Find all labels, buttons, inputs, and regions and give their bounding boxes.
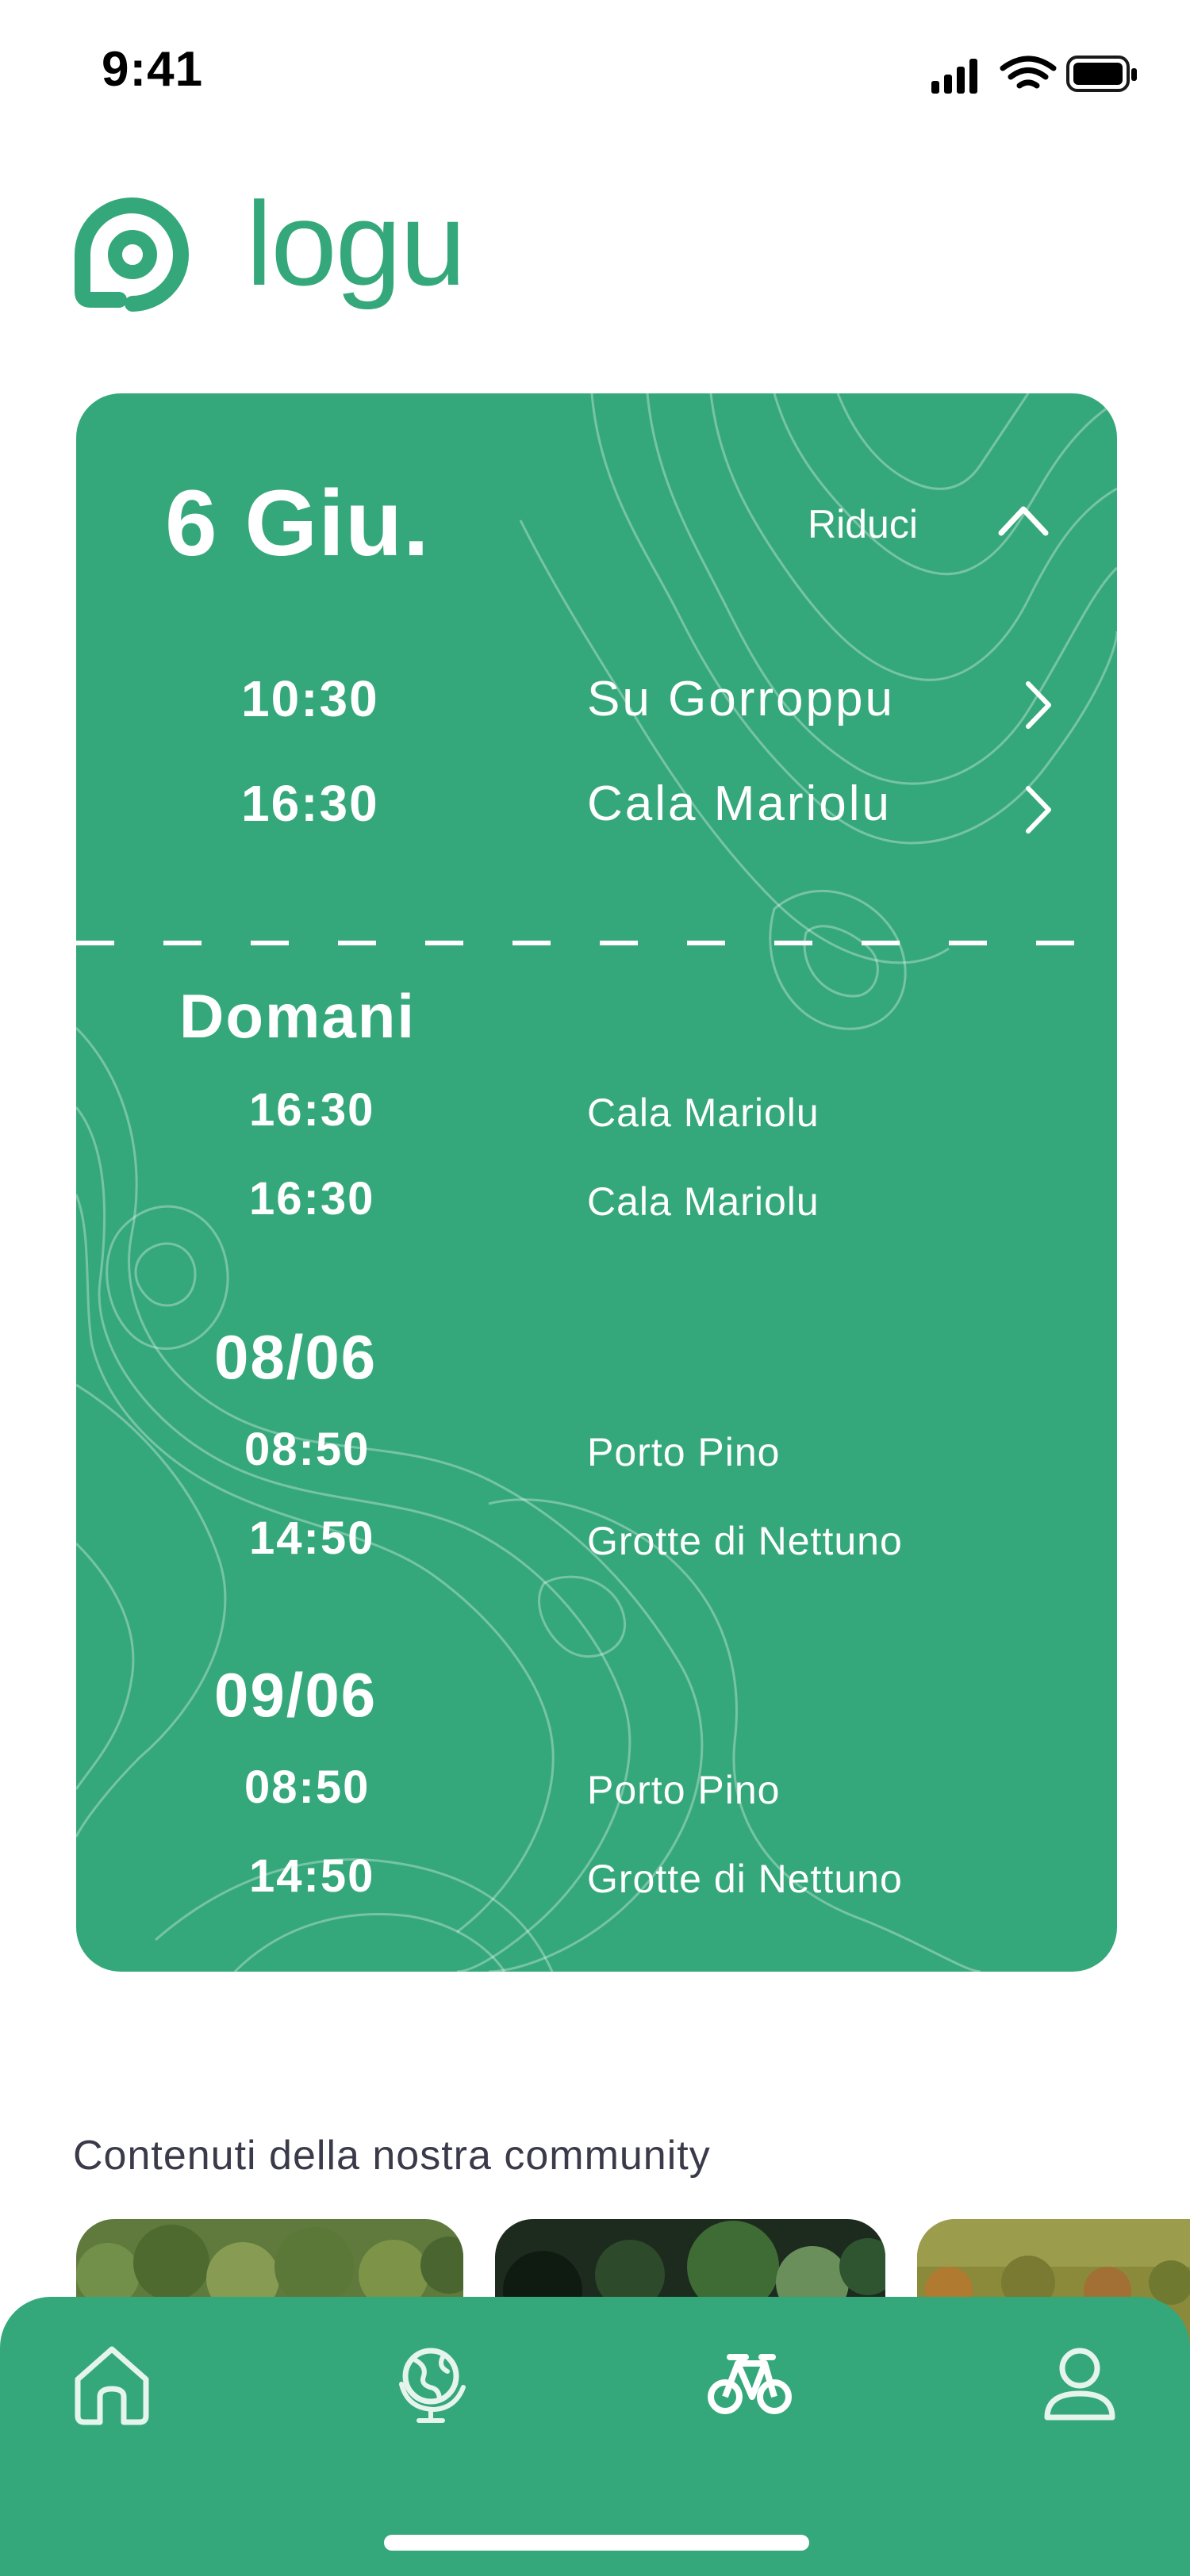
chevron-right-icon[interactable] [1020,677,1055,733]
status-time: 9:41 [102,42,204,97]
upcoming-item-place[interactable]: Cala Mariolu [587,1090,820,1136]
today-item-place[interactable]: Su Gorroppu [587,671,895,727]
upcoming-item-time: 08:50 [244,1424,370,1475]
community-section-title: Contenuti della nostra community [73,2133,711,2179]
tab-bar [0,2297,1190,2576]
upcoming-item-place[interactable]: Cala Mariolu [587,1179,820,1225]
upcoming-day-label: 08/06 [214,1322,378,1392]
schedule-card: 6 Giu. Riduci 10:30 Su Gorroppu 16:30 Ca… [76,393,1117,1972]
today-date: 6 Giu. [165,471,430,576]
upcoming-item-time: 08:50 [244,1761,370,1813]
today-item-place[interactable]: Cala Mariolu [587,776,892,832]
status-icons [931,56,1137,94]
upcoming-day-label: Domani [179,981,416,1051]
battery-icon [1066,56,1137,92]
upcoming-item-time: 16:30 [249,1173,375,1225]
upcoming-item-place[interactable]: Porto Pino [587,1767,780,1813]
upcoming-day-label: 09/06 [214,1660,378,1730]
divider [76,941,1117,945]
logo-icon [75,197,189,312]
wifi-icon [1000,56,1057,89]
upcoming-item-place[interactable]: Grotte di Nettuno [587,1518,903,1564]
bike-icon[interactable] [706,2340,793,2427]
upcoming-item-time: 14:50 [249,1512,375,1564]
chevron-up-icon[interactable] [995,500,1052,539]
chevron-right-icon[interactable] [1020,782,1055,838]
logo-wordmark: logu [246,177,466,310]
home-icon[interactable] [68,2340,155,2427]
today-item-time: 16:30 [241,775,379,832]
upcoming-item-time: 14:50 [249,1850,375,1902]
user-icon[interactable] [1036,2340,1123,2427]
home-indicator[interactable] [384,2535,809,2551]
upcoming-item-place[interactable]: Grotte di Nettuno [587,1856,903,1902]
today-item-time: 10:30 [241,670,379,727]
collapse-button[interactable]: Riduci [808,501,918,547]
signal-icon [931,59,977,94]
upcoming-item-place[interactable]: Porto Pino [587,1429,780,1475]
upcoming-item-time: 16:30 [249,1084,375,1136]
globe-icon[interactable] [387,2340,474,2427]
